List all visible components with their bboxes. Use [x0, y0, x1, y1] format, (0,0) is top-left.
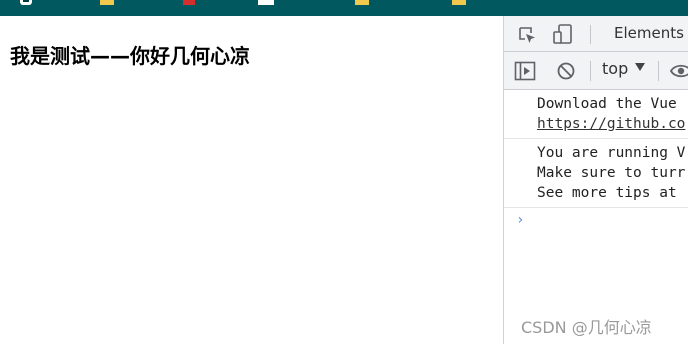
console-prompt-icon[interactable]: ›: [516, 212, 524, 228]
console-message: Download the Vue https://github.co: [504, 90, 688, 139]
toolbar-divider: [590, 61, 591, 81]
devtools-tab-bar: Elements: [504, 16, 688, 52]
console-text: Download the Vue: [537, 96, 677, 112]
toolbar-divider: [590, 25, 591, 44]
clear-console-icon[interactable]: [556, 61, 576, 81]
console-text: Make sure to turr: [537, 165, 686, 181]
folder-bookmark-icon-2[interactable]: [355, 0, 369, 5]
console-text: You are running V: [537, 145, 686, 161]
bookmark-icon-3[interactable]: [258, 0, 274, 5]
toolbar-divider: [658, 61, 659, 81]
folder-bookmark-icon-3[interactable]: [452, 0, 466, 5]
console-toolbar: top: [504, 52, 688, 90]
folder-bookmark-icon-1[interactable]: [100, 0, 114, 5]
console-text: See more tips at: [537, 185, 677, 201]
sidebar-toggle-icon[interactable]: [514, 61, 536, 81]
bookmark-icon-2[interactable]: [183, 0, 195, 5]
bookmark-icon-1[interactable]: [20, 0, 32, 5]
console-output: Download the Vue https://github.co You a…: [504, 90, 688, 228]
context-selector-value: top: [602, 59, 629, 78]
page-heading: 我是测试——你好几何心凉: [10, 44, 250, 68]
tab-elements[interactable]: Elements: [614, 24, 684, 42]
dropdown-arrow-icon: [635, 63, 645, 71]
console-message: You are running V Make sure to turr See …: [504, 139, 688, 208]
device-toolbar-icon[interactable]: [552, 23, 574, 45]
watermark: CSDN @几何心凉: [521, 318, 652, 337]
bookmarks-bar: [0, 0, 688, 16]
devtools-panel: Elements top Download the Vue https://gi…: [503, 16, 688, 344]
eye-icon[interactable]: [670, 62, 688, 80]
console-link[interactable]: https://github.co: [537, 116, 685, 132]
inspect-element-icon[interactable]: [517, 25, 537, 45]
